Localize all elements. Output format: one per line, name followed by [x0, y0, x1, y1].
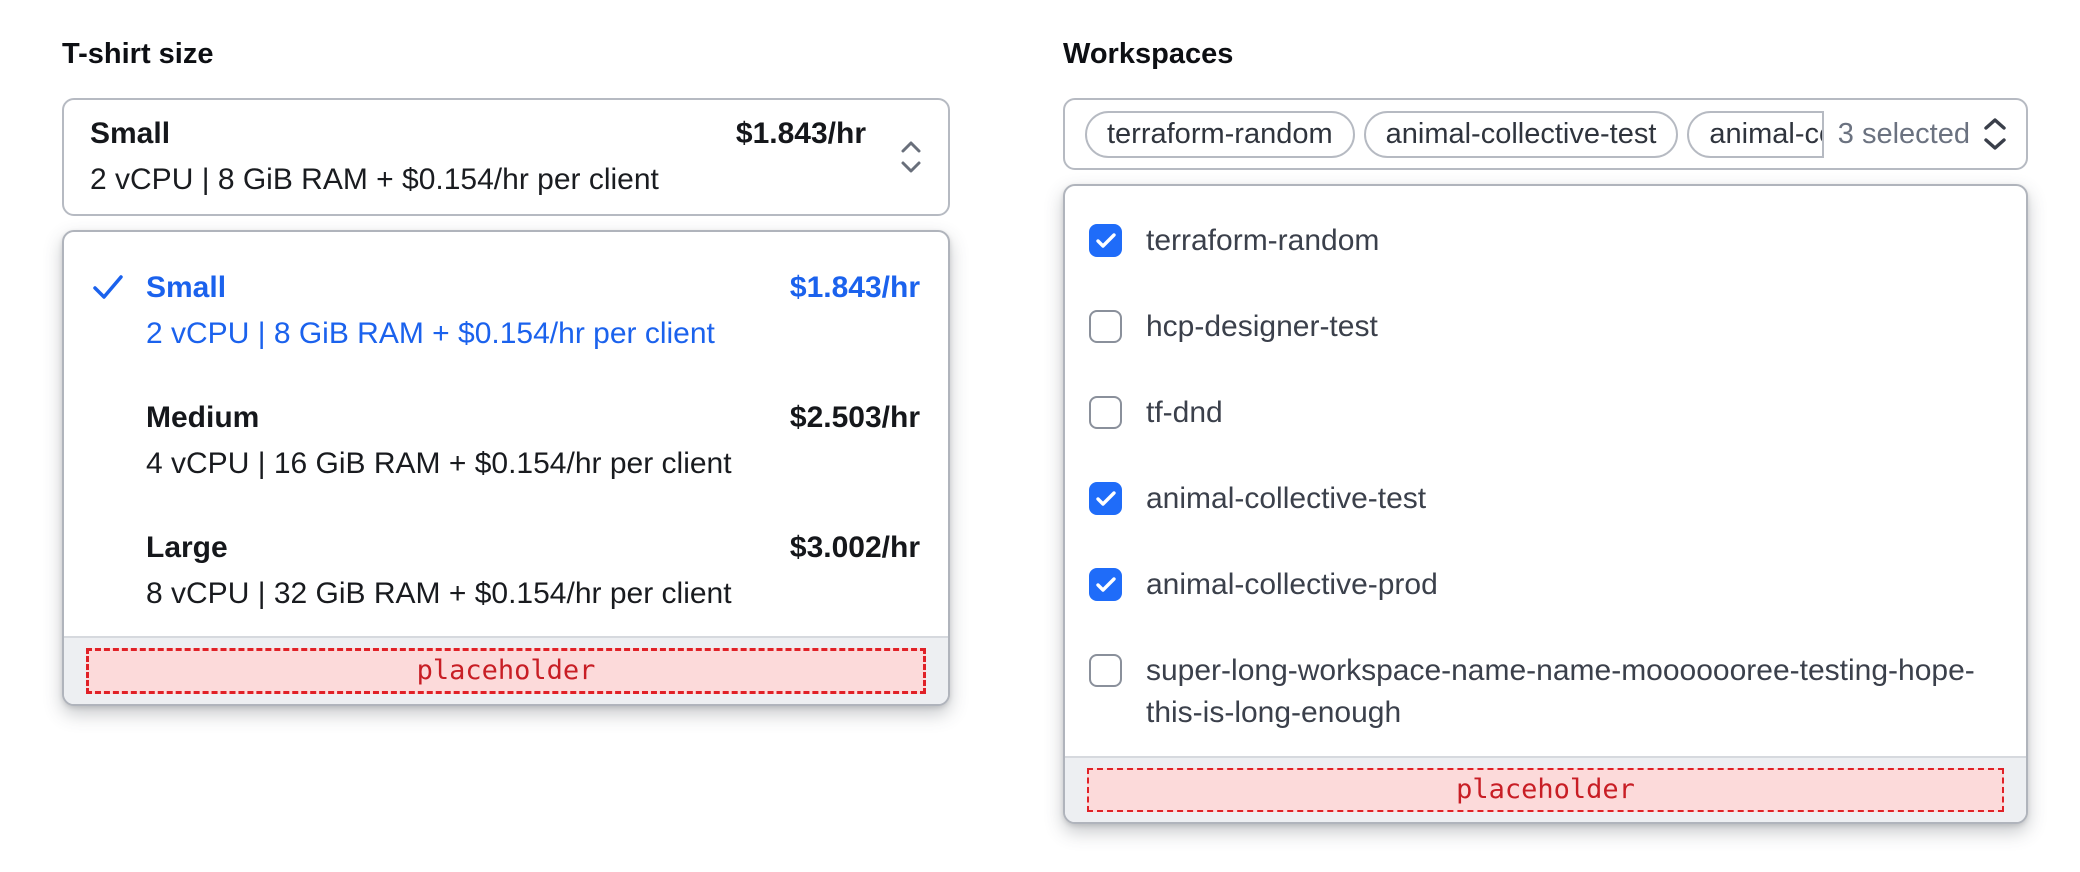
workspace-name: hcp-designer-test	[1146, 310, 1378, 343]
option-subtitle: 8 vCPU | 32 GiB RAM + $0.154/hr per clie…	[146, 577, 732, 610]
option-medium-content: Medium $2.503/hr 4 vCPU | 16 GiB RAM + $…	[146, 399, 920, 483]
tag-truncated: animal-co	[1687, 110, 1822, 158]
option-price: $2.503/hr	[789, 401, 920, 434]
select-chevrons-icon	[901, 141, 921, 173]
checkmark-spacer	[92, 529, 128, 533]
workspaces-trigger[interactable]: terraform-random animal-collective-test …	[1063, 98, 2028, 170]
checkbox-checked[interactable]	[1089, 482, 1122, 515]
tag-terraform-random: terraform-random	[1085, 110, 1355, 158]
tshirt-dropdown: Small $1.843/hr 2 vCPU | 8 GiB RAM + $0.…	[62, 230, 950, 706]
selected-size-price: $1.843/hr	[735, 117, 866, 150]
checkbox-unchecked[interactable]	[1089, 654, 1122, 687]
tshirt-size-label: T-shirt size	[62, 38, 214, 70]
workspace-row-animal-collective-prod[interactable]: animal-collective-prod	[1065, 542, 2026, 628]
tag-animal-collective-test: animal-collective-test	[1363, 110, 1679, 158]
workspace-row-animal-collective-test[interactable]: animal-collective-test	[1065, 456, 2026, 542]
selected-size-summary: Small $1.843/hr 2 vCPU | 8 GiB RAM + $0.…	[90, 115, 866, 199]
workspace-name: tf-dnd	[1146, 396, 1223, 429]
workspaces-dropdown-footer: placeholder	[1065, 756, 2026, 822]
option-title: Large	[146, 531, 228, 564]
workspaces-label: Workspaces	[1063, 38, 1234, 70]
workspace-row-tf-dnd[interactable]: tf-dnd	[1065, 370, 2026, 456]
option-small[interactable]: Small $1.843/hr 2 vCPU | 8 GiB RAM + $0.…	[64, 246, 948, 376]
selected-count-text: 3 selected	[1837, 117, 1970, 150]
checkbox-checked[interactable]	[1089, 224, 1122, 257]
tshirt-select-trigger[interactable]: Small $1.843/hr 2 vCPU | 8 GiB RAM + $0.…	[62, 98, 950, 216]
workspace-name: super-long-workspace-name-name-moooooore…	[1146, 654, 1975, 729]
footer-placeholder-box: placeholder	[1087, 768, 2004, 812]
workspace-name: terraform-random	[1146, 224, 1380, 257]
workspaces-dropdown: terraform-random hcp-designer-test tf-dn…	[1063, 184, 2028, 824]
checkmark-spacer	[92, 399, 128, 403]
checkbox-unchecked[interactable]	[1089, 396, 1122, 429]
workspaces-option-list: terraform-random hcp-designer-test tf-dn…	[1065, 186, 2026, 756]
checkbox-checked[interactable]	[1089, 568, 1122, 601]
option-large[interactable]: Large $3.002/hr 8 vCPU | 32 GiB RAM + $0…	[64, 506, 948, 636]
option-price: $3.002/hr	[789, 531, 920, 564]
workspace-row-super-long[interactable]: super-long-workspace-name-name-moooooore…	[1065, 628, 2026, 756]
option-title: Medium	[146, 401, 260, 434]
tshirt-dropdown-footer: placeholder	[64, 636, 948, 704]
tshirt-size-field: T-shirt size Small $1.843/hr 2 vCPU | 8 …	[62, 36, 950, 706]
option-medium[interactable]: Medium $2.503/hr 4 vCPU | 16 GiB RAM + $…	[64, 376, 948, 506]
option-large-content: Large $3.002/hr 8 vCPU | 32 GiB RAM + $0…	[146, 529, 920, 613]
option-price: $1.843/hr	[789, 271, 920, 304]
option-title: Small	[146, 271, 227, 304]
checkbox-unchecked[interactable]	[1089, 310, 1122, 343]
selected-checkmark-icon	[92, 269, 128, 301]
selected-tags-clip: terraform-random animal-collective-test …	[1085, 110, 1824, 158]
option-small-content: Small $1.843/hr 2 vCPU | 8 GiB RAM + $0.…	[146, 269, 920, 353]
workspace-row-hcp-designer-test[interactable]: hcp-designer-test	[1065, 284, 2026, 370]
workspace-name: animal-collective-prod	[1146, 568, 1438, 601]
workspace-name: animal-collective-test	[1146, 482, 1427, 515]
tshirt-option-list: Small $1.843/hr 2 vCPU | 8 GiB RAM + $0.…	[64, 232, 948, 636]
selected-size-subtitle: 2 vCPU | 8 GiB RAM + $0.154/hr per clien…	[90, 163, 659, 196]
page: T-shirt size Small $1.843/hr 2 vCPU | 8 …	[0, 0, 2080, 872]
option-subtitle: 4 vCPU | 16 GiB RAM + $0.154/hr per clie…	[146, 447, 732, 480]
footer-placeholder-box: placeholder	[86, 648, 926, 694]
workspaces-field: Workspaces terraform-random animal-colle…	[1063, 36, 2028, 824]
workspace-row-terraform-random[interactable]: terraform-random	[1065, 198, 2026, 284]
selected-size-title: Small	[90, 117, 171, 150]
unfold-chevrons-icon	[1984, 118, 2006, 150]
option-subtitle: 2 vCPU | 8 GiB RAM + $0.154/hr per clien…	[146, 317, 715, 350]
